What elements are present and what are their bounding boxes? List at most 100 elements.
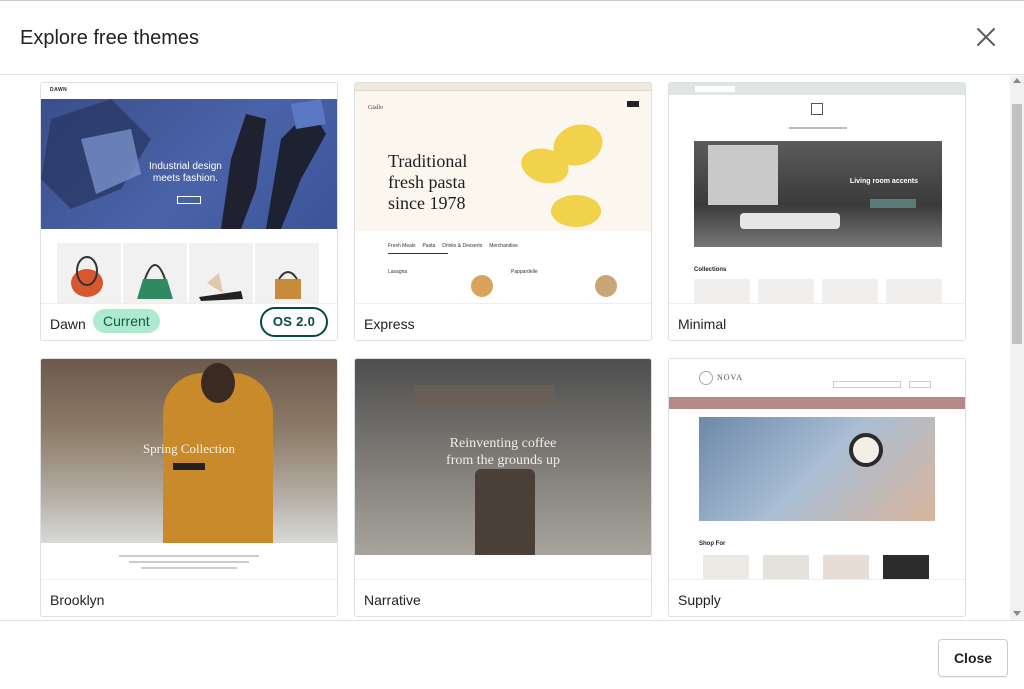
theme-preview-supply: NOVA Shop For (669, 359, 965, 579)
logo-icon (699, 371, 713, 385)
preview-hero-title: Traditional fresh pasta since 1978 (388, 151, 467, 214)
search-field (695, 86, 735, 92)
theme-preview-minimal: Living room accents Collections (669, 83, 965, 303)
collection-thumb (822, 279, 878, 303)
hero-button (870, 199, 916, 208)
menu-tab: Fresh Meals (388, 243, 416, 249)
themes-grid: DAWN Industrial design meets fashion. Da… (0, 76, 1010, 620)
dialog-footer: Close (0, 620, 1024, 689)
hero-text-line-1: Industrial design (149, 161, 222, 172)
shop-thumb (823, 555, 869, 579)
preview-hero-text: Spring Collection (142, 441, 236, 456)
product-thumb (57, 243, 121, 303)
shop-thumb (883, 555, 929, 579)
theme-preview-narrative: Reinventing coffee from the grounds up (355, 359, 651, 579)
theme-card-express[interactable]: Giallo Traditional fresh pasta since 197… (354, 82, 652, 341)
theme-card-dawn[interactable]: DAWN Industrial design meets fashion. Da… (40, 82, 338, 341)
shop-thumb (703, 555, 749, 579)
preview-hero: Industrial design meets fashion. (41, 99, 337, 229)
theme-preview-express: Giallo Traditional fresh pasta since 197… (355, 83, 651, 303)
menu-tabs: Fresh Meals Pasta Drinks & Desserts Merc… (388, 243, 518, 249)
bathtub-image (740, 213, 840, 229)
scroll-down-icon[interactable] (1013, 611, 1021, 616)
scroll-up-icon[interactable] (1013, 78, 1021, 83)
preview-hero-text: Living room accents (849, 178, 918, 185)
theme-card-minimal[interactable]: Living room accents Collections Minimal (668, 82, 966, 341)
hero-button (173, 463, 205, 470)
theme-name: Dawn (50, 316, 86, 332)
theme-name: Brooklyn (50, 592, 105, 608)
hero-line-2: from the grounds up (446, 453, 560, 468)
preview-hero-button (177, 196, 201, 204)
product-thumb (189, 243, 253, 303)
theme-preview-brooklyn: Spring Collection (41, 359, 337, 579)
preview-announcement-bar (355, 83, 651, 91)
hero-line-1: Traditional (388, 151, 468, 171)
os-version-badge: OS 2.0 (260, 307, 328, 337)
current-badge: Current (93, 309, 160, 333)
theme-label-row: Narrative (355, 579, 651, 616)
preview-brand: Giallo (368, 105, 383, 111)
theme-name: Narrative (364, 592, 421, 608)
cart-button (909, 381, 931, 388)
preview-navbar (669, 397, 965, 409)
pasta-image (551, 195, 601, 227)
theme-card-supply[interactable]: NOVA Shop For Supply (668, 358, 966, 617)
scrollbar-thumb[interactable] (1012, 104, 1022, 344)
shop-thumb (763, 555, 809, 579)
preview-navbar: DAWN (41, 83, 337, 99)
collection-thumb (886, 279, 942, 303)
logo-icon (811, 103, 823, 115)
close-icon[interactable] (974, 25, 998, 49)
theme-label-row: Brooklyn (41, 579, 337, 616)
theme-card-brooklyn[interactable]: Spring Collection Brooklyn (40, 358, 338, 617)
theme-name: Supply (678, 592, 721, 608)
hero-text-line-2: meets fashion. (152, 173, 218, 184)
dialog-title: Explore free themes (20, 27, 199, 49)
preview-hero: Spring Collection (41, 359, 337, 543)
theme-label-row: Dawn Current OS 2.0 (41, 303, 337, 340)
theme-preview-dawn: DAWN Industrial design meets fashion. (41, 83, 337, 303)
preview-logo: NOVA (717, 373, 744, 382)
preview-products (41, 229, 337, 303)
explore-themes-dialog: Explore free themes DAWN Industrial desi… (0, 0, 1024, 689)
hero-line-1: Reinventing coffee (449, 436, 557, 451)
dish-image (595, 275, 617, 297)
preview-hero (699, 417, 935, 521)
cart-icon (627, 101, 639, 107)
theme-name: Express (364, 316, 415, 332)
hero-line-3: since 1978 (388, 193, 466, 213)
preview-hero: Giallo Traditional fresh pasta since 197… (355, 91, 651, 231)
collection-thumb (694, 279, 750, 303)
nav-links (789, 127, 847, 129)
preview-hero-text: Industrial design meets fashion. (149, 161, 222, 185)
close-button[interactable]: Close (938, 639, 1008, 677)
search-field (833, 381, 901, 388)
dialog-header: Explore free themes (0, 1, 1024, 75)
vertical-scrollbar[interactable] (1010, 76, 1024, 620)
menu-tab: Merchandise (489, 243, 518, 249)
preview-hero: Reinventing coffee from the grounds up (355, 359, 651, 555)
hero-line-2: fresh pasta (388, 172, 466, 192)
collection-thumb (758, 279, 814, 303)
menu-item: Lasagna (388, 269, 408, 275)
window-image (708, 145, 778, 205)
model-head (201, 363, 235, 403)
preview-search-bar (669, 83, 965, 95)
coffee-pot-image (475, 469, 535, 555)
dish-image (471, 275, 493, 297)
preview-text-line (129, 561, 249, 563)
menu-tab: Pasta (422, 243, 436, 249)
theme-name: Minimal (678, 316, 727, 332)
theme-card-narrative[interactable]: Reinventing coffee from the grounds up N… (354, 358, 652, 617)
theme-label-row: Supply (669, 579, 965, 616)
preview-text-line (141, 567, 237, 569)
watch-image (849, 433, 883, 467)
theme-label-row: Express (355, 303, 651, 340)
section-title: Collections (694, 267, 727, 273)
preview-logo: DAWN (50, 87, 68, 93)
preview-text-line (119, 555, 259, 557)
section-title: Shop For (699, 541, 726, 547)
preview-hero: Living room accents (694, 141, 942, 247)
product-thumb (123, 243, 187, 303)
